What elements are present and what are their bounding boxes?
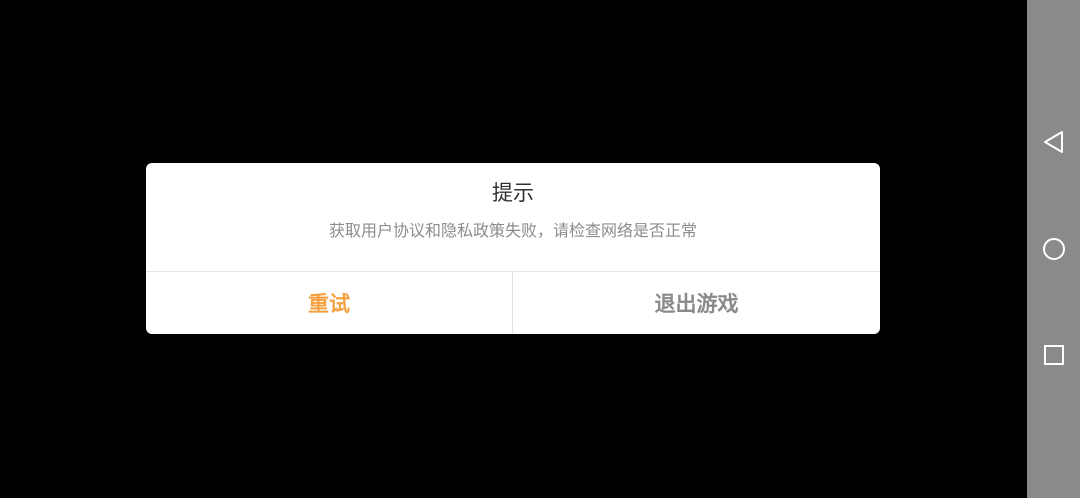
dialog-title: 提示: [492, 181, 534, 205]
back-triangle-icon: [1043, 131, 1063, 153]
system-navigation-bar: [1027, 0, 1080, 498]
exit-game-button[interactable]: 退出游戏: [513, 272, 880, 334]
alert-dialog: 提示 获取用户协议和隐私政策失败，请检查网络是否正常 重试 退出游戏: [146, 163, 880, 334]
home-circle-icon: [1042, 238, 1065, 260]
retry-button[interactable]: 重试: [146, 272, 512, 334]
nav-recent-apps-button[interactable]: [1027, 325, 1080, 385]
nav-back-button[interactable]: [1027, 112, 1080, 172]
nav-home-button[interactable]: [1027, 219, 1080, 279]
recent-apps-square-icon: [1043, 345, 1064, 365]
screen: 提示 获取用户协议和隐私政策失败，请检查网络是否正常 重试 退出游戏: [0, 0, 1080, 498]
dialog-message: 获取用户协议和隐私政策失败，请检查网络是否正常: [328, 221, 697, 240]
